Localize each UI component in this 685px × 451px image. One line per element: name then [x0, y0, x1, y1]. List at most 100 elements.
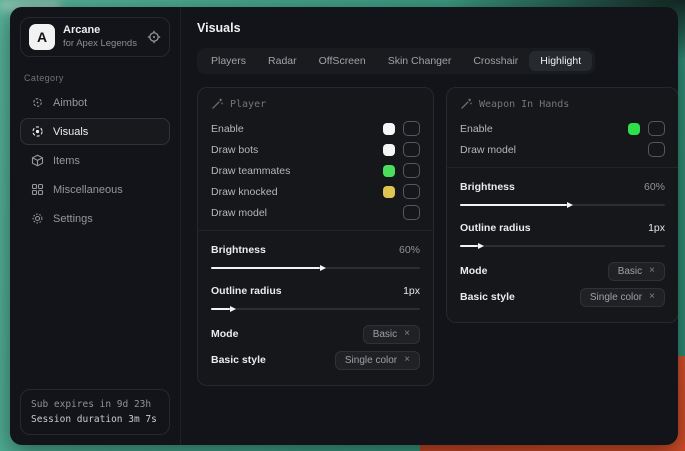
- app-name: Arcane: [63, 24, 139, 38]
- player-panel-header: Player: [211, 98, 420, 110]
- basic-style-chip[interactable]: Single color ×: [580, 288, 665, 307]
- tab-highlight[interactable]: Highlight: [529, 51, 592, 71]
- color-swatch[interactable]: [383, 165, 395, 177]
- crosshair-icon: [31, 96, 44, 109]
- tab-players[interactable]: Players: [200, 51, 257, 71]
- color-swatch[interactable]: [383, 186, 395, 198]
- setting-row-mode: Mode Basic ×: [460, 258, 665, 284]
- app-logo: A: [29, 24, 55, 50]
- setting-row-draw-teammates: Draw teammates: [211, 160, 420, 181]
- slider-thumb[interactable]: [478, 243, 484, 249]
- checkbox[interactable]: [403, 163, 420, 178]
- session-duration-text: Session duration 3m 7s: [31, 412, 159, 427]
- setting-label: Outline radius: [460, 222, 531, 234]
- tab-offscreen[interactable]: OffScreen: [308, 51, 377, 71]
- slider-value: 60%: [644, 181, 665, 193]
- setting-label: Brightness: [211, 244, 266, 256]
- brightness-slider[interactable]: [211, 267, 420, 269]
- tab-skin-changer[interactable]: Skin Changer: [377, 51, 463, 71]
- checkbox[interactable]: [403, 121, 420, 136]
- slider-value: 1px: [403, 285, 420, 297]
- sidebar-item-settings[interactable]: Settings: [20, 205, 170, 232]
- panel-title: Weapon In Hands: [479, 99, 569, 110]
- app-window: A Arcane for Apex Legends Category: [10, 7, 678, 445]
- sidebar-item-items[interactable]: Items: [20, 147, 170, 174]
- close-icon[interactable]: ×: [649, 292, 655, 302]
- setting-row-brightness: Brightness 60%: [211, 239, 420, 260]
- sidebar-nav: Aimbot Visuals Items: [20, 89, 170, 232]
- basic-style-chip[interactable]: Single color ×: [335, 351, 420, 370]
- setting-label: Draw knocked: [211, 186, 278, 198]
- close-icon[interactable]: ×: [404, 355, 410, 365]
- setting-row-mode: Mode Basic ×: [211, 321, 420, 347]
- close-icon[interactable]: ×: [649, 266, 655, 276]
- color-swatch[interactable]: [383, 123, 395, 135]
- checkbox[interactable]: [648, 121, 665, 136]
- slider-thumb[interactable]: [230, 306, 236, 312]
- setting-label: Enable: [460, 123, 493, 135]
- slider-thumb[interactable]: [320, 265, 326, 271]
- player-panel: Player Enable Draw bots: [197, 87, 434, 386]
- setting-row-basic-style: Basic style Single color ×: [211, 347, 420, 373]
- gear-icon: [31, 212, 44, 225]
- checkbox[interactable]: [648, 142, 665, 157]
- setting-row-outline-radius: Outline radius 1px: [211, 280, 420, 301]
- setting-row-basic-style: Basic style Single color ×: [460, 284, 665, 310]
- sidebar-item-aimbot[interactable]: Aimbot: [20, 89, 170, 116]
- checkbox[interactable]: [403, 142, 420, 157]
- setting-label: Draw model: [211, 207, 267, 219]
- wand-icon: [460, 98, 472, 110]
- outline-radius-slider[interactable]: [211, 308, 420, 310]
- settings-panels: Player Enable Draw bots: [197, 87, 678, 386]
- setting-row-draw-bots: Draw bots: [211, 139, 420, 160]
- mode-chip[interactable]: Basic ×: [608, 262, 665, 281]
- setting-label: Basic style: [460, 291, 515, 303]
- panel-title: Player: [230, 99, 266, 110]
- slider-value: 1px: [648, 222, 665, 234]
- setting-label: Draw model: [460, 144, 516, 156]
- setting-label: Mode: [211, 328, 238, 340]
- outline-radius-slider[interactable]: [460, 245, 665, 247]
- cube-icon: [31, 154, 44, 167]
- checkbox[interactable]: [403, 205, 420, 220]
- divider: [198, 230, 433, 231]
- sidebar: A Arcane for Apex Legends Category: [10, 7, 180, 445]
- setting-row-outline-radius: Outline radius 1px: [460, 217, 665, 238]
- weapon-in-hands-panel: Weapon In Hands Enable Draw model: [446, 87, 678, 323]
- brand-card: A Arcane for Apex Legends: [20, 17, 170, 57]
- setting-row-draw-knocked: Draw knocked: [211, 181, 420, 202]
- category-label: Category: [24, 73, 166, 83]
- color-swatch[interactable]: [628, 123, 640, 135]
- setting-row-enable: Enable: [211, 118, 420, 139]
- setting-label: Draw teammates: [211, 165, 290, 177]
- color-swatch[interactable]: [383, 144, 395, 156]
- sidebar-item-label: Aimbot: [53, 97, 87, 109]
- mode-chip[interactable]: Basic ×: [363, 325, 420, 344]
- sidebar-item-label: Visuals: [53, 126, 88, 138]
- sidebar-item-label: Miscellaneous: [53, 184, 123, 196]
- setting-label: Draw bots: [211, 144, 258, 156]
- setting-label: Basic style: [211, 354, 266, 366]
- tab-bar: Players Radar OffScreen Skin Changer Cro…: [197, 48, 595, 74]
- visuals-eye-icon: [31, 125, 44, 138]
- slider-thumb[interactable]: [567, 202, 573, 208]
- sidebar-item-visuals[interactable]: Visuals: [20, 118, 170, 145]
- setting-label: Enable: [211, 123, 244, 135]
- main-content: Visuals Players Radar OffScreen Skin Cha…: [180, 7, 678, 445]
- setting-label: Outline radius: [211, 285, 282, 297]
- sidebar-item-label: Items: [53, 155, 80, 167]
- sidebar-item-miscellaneous[interactable]: Miscellaneous: [20, 176, 170, 203]
- grid-icon: [31, 183, 44, 196]
- setting-row-enable: Enable: [460, 118, 665, 139]
- setting-label: Brightness: [460, 181, 515, 193]
- divider: [447, 167, 678, 168]
- close-icon[interactable]: ×: [404, 329, 410, 339]
- brightness-slider[interactable]: [460, 204, 665, 206]
- sub-expiry-text: Sub expires in 9d 23h: [31, 397, 159, 412]
- tab-radar[interactable]: Radar: [257, 51, 308, 71]
- session-info-card: Sub expires in 9d 23h Session duration 3…: [20, 389, 170, 435]
- target-icon[interactable]: [147, 30, 161, 44]
- tab-crosshair[interactable]: Crosshair: [462, 51, 529, 71]
- slider-value: 60%: [399, 244, 420, 256]
- checkbox[interactable]: [403, 184, 420, 199]
